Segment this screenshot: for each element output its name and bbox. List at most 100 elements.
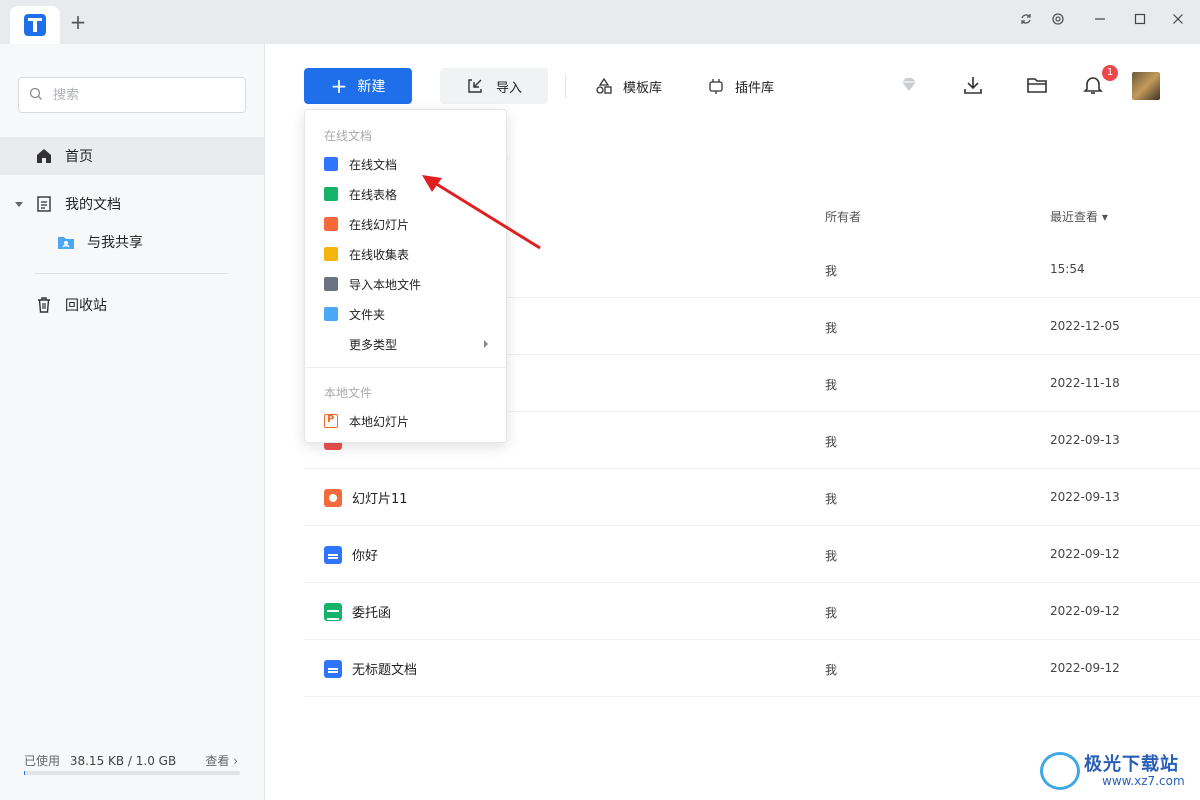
- search-input[interactable]: [53, 78, 233, 112]
- menu-item-label: 文件夹: [349, 307, 386, 322]
- sidebar: 首页 我的文档 与我共享 回收站 已使用 38.15 KB / 1.0 GB 查…: [0, 44, 265, 800]
- watermark-logo-icon: [1040, 752, 1080, 790]
- file-owner: 我: [825, 492, 838, 506]
- import-button-label: 导入: [495, 80, 522, 96]
- menu-separator: [305, 367, 506, 368]
- sidebar-item-trash[interactable]: 回收站: [0, 286, 264, 324]
- search-icon: [29, 87, 42, 100]
- mi-sheet-icon: [324, 187, 338, 201]
- file-date: 2022-09-12: [1050, 604, 1120, 618]
- storage-info: 已使用 38.15 KB / 1.0 GB 查看 ›: [24, 752, 240, 769]
- file-date: 2022-09-12: [1050, 547, 1120, 561]
- table-row[interactable]: 幻灯片11 我 2022-09-13: [304, 469, 1200, 526]
- sidebar-item-my-docs[interactable]: 我的文档: [0, 185, 264, 223]
- sidebar-item-home[interactable]: 首页: [0, 137, 264, 175]
- menu-item[interactable]: 本地幻灯片: [305, 406, 506, 436]
- new-button[interactable]: + 新建: [304, 68, 412, 104]
- caret-down-icon[interactable]: [14, 199, 24, 209]
- new-tab-button[interactable]: +: [68, 10, 88, 34]
- plugin-library-link[interactable]: 插件库: [707, 68, 774, 104]
- menu-item[interactable]: 导入本地文件: [305, 269, 506, 299]
- file-owner: 我: [825, 378, 838, 392]
- sheet-file-icon: [324, 603, 342, 621]
- title-bar: +: [0, 0, 1200, 44]
- watermark-title: 极光下载站: [1084, 754, 1179, 775]
- plus-icon: +: [330, 74, 348, 98]
- table-row[interactable]: 你好 我 2022-09-12: [304, 526, 1200, 583]
- online-group-label: 在线文档: [324, 129, 373, 143]
- file-name[interactable]: 你好: [352, 545, 378, 564]
- sidebar-item-label: 我的文档: [65, 197, 121, 213]
- mi-folder-icon: [324, 307, 338, 321]
- storage-label: 已使用: [24, 754, 61, 768]
- notification-badge: 1: [1102, 65, 1118, 81]
- file-date: 2022-09-13: [1050, 490, 1120, 504]
- doc-file-icon: [324, 660, 342, 678]
- toolbar-separator: [565, 74, 566, 98]
- mi-form-icon: [324, 247, 338, 261]
- local-slide-icon: [324, 414, 338, 428]
- sync-icon[interactable]: [1016, 12, 1036, 32]
- sidebar-item-label: 回收站: [65, 298, 107, 314]
- template-icon: [596, 77, 612, 94]
- minimize-icon[interactable]: [1090, 12, 1110, 32]
- table-row[interactable]: 无标题文档 我 2022-09-12: [304, 640, 1200, 697]
- home-icon: [37, 149, 51, 163]
- recent-column-header[interactable]: 最近查看 ▾: [1050, 208, 1108, 225]
- mi-slide-icon: [324, 217, 338, 231]
- slide-file-icon: [324, 489, 342, 507]
- app-tab[interactable]: [10, 6, 60, 44]
- file-owner: 我: [825, 606, 838, 620]
- app-logo-icon: [24, 14, 46, 36]
- settings-icon[interactable]: [1048, 12, 1068, 32]
- watermark: 极光下载站 www.xz7.com: [1040, 748, 1190, 794]
- file-date: 2022-09-12: [1050, 661, 1120, 675]
- watermark-url: www.xz7.com: [1102, 774, 1185, 788]
- storage-value: 38.15 KB / 1.0 GB: [69, 754, 177, 768]
- doc-file-icon: [324, 546, 342, 564]
- plugin-icon: [709, 79, 723, 94]
- file-owner: 我: [825, 264, 838, 278]
- menu-item-label: 本地幻灯片: [349, 414, 410, 429]
- menu-item-label: 在线文档: [349, 157, 398, 172]
- diamond-icon[interactable]: [898, 74, 920, 96]
- import-icon: [468, 79, 482, 93]
- folder-icon[interactable]: [1026, 74, 1048, 96]
- table-row[interactable]: 委托函 我 2022-09-12: [304, 583, 1200, 640]
- template-library-link[interactable]: 模板库: [595, 68, 662, 104]
- file-name[interactable]: 无标题文档: [352, 659, 417, 678]
- sidebar-item-shared[interactable]: 与我共享: [0, 223, 264, 261]
- trash-icon: [38, 297, 50, 313]
- sidebar-divider: [35, 273, 228, 274]
- file-owner: 我: [825, 549, 838, 563]
- download-icon[interactable]: [962, 74, 984, 96]
- file-name[interactable]: 幻灯片11: [352, 488, 408, 507]
- file-date: 15:54: [1050, 262, 1085, 276]
- storage-view-link[interactable]: 查看 ›: [205, 752, 238, 769]
- file-owner: 我: [825, 321, 838, 335]
- menu-item[interactable]: 文件夹: [305, 299, 506, 329]
- shared-folder-icon: [58, 237, 74, 249]
- menu-item[interactable]: 更多类型: [305, 329, 506, 359]
- import-button[interactable]: 导入: [440, 68, 548, 104]
- maximize-icon[interactable]: [1130, 12, 1150, 32]
- avatar[interactable]: [1132, 72, 1160, 100]
- bell-icon[interactable]: [1082, 74, 1104, 96]
- file-date: 2022-11-18: [1050, 376, 1120, 390]
- menu-item-label: 更多类型: [349, 337, 398, 352]
- file-date: 2022-09-13: [1050, 433, 1120, 447]
- owner-column-header: 所有者: [825, 210, 862, 224]
- submenu-arrow-icon: [484, 340, 488, 348]
- document-icon: [37, 196, 51, 212]
- file-name[interactable]: 委托函: [352, 602, 391, 621]
- sidebar-item-label: 首页: [65, 149, 93, 165]
- new-button-label: 新建: [357, 79, 386, 95]
- menu-item-label: 在线表格: [349, 187, 398, 202]
- search-box[interactable]: [18, 77, 246, 113]
- menu-item-label: 导入本地文件: [349, 277, 422, 292]
- template-label: 模板库: [623, 80, 663, 96]
- storage-progress-fill: [24, 771, 25, 775]
- close-icon[interactable]: [1168, 12, 1188, 32]
- storage-progress-bar: [24, 771, 240, 775]
- local-group-label: 本地文件: [324, 386, 373, 400]
